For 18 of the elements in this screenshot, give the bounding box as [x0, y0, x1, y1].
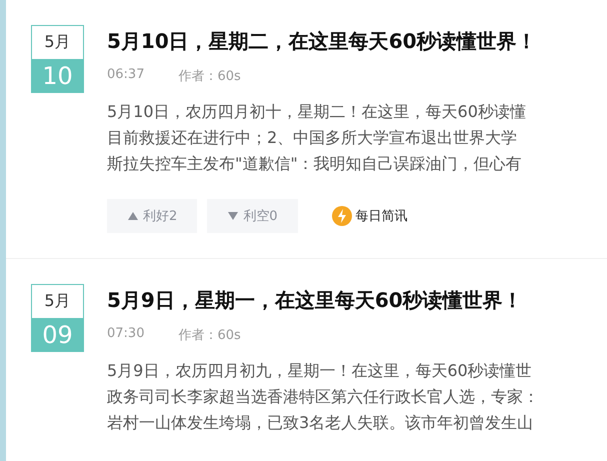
excerpt-line: 岩村一山体发生垮塌，已致3名老人失联。该市年初曾发生山	[107, 412, 534, 434]
down-triangle-icon	[227, 210, 240, 222]
excerpt-line: 5月9日，农历四月初九，星期一！在这里，每天60秒读懂世	[107, 360, 533, 382]
lightning-icon	[332, 206, 352, 226]
up-triangle-icon	[127, 210, 139, 222]
article-title[interactable]: 5月9日，星期一，在这里每天60秒读懂世界！	[107, 284, 539, 316]
excerpt-line: 政务司司长李家超当选香港特区第六任行政长官人选，专家：	[107, 386, 539, 408]
article-title[interactable]: 5月10日，星期二，在这里每天60秒读懂世界！	[107, 25, 537, 57]
author-label: 作者：60s	[178, 327, 241, 344]
excerpt-line: 5月10日，农历四月初十，星期二！在这里，每天60秒读懂	[107, 101, 527, 123]
post-time: 06:37	[107, 67, 144, 84]
date-day: 09	[32, 318, 83, 351]
date-day: 10	[32, 59, 83, 92]
excerpt-line: 目前救援还在进行中；2、中国多所大学宣布退出世界大学	[107, 127, 518, 149]
post-time: 07:30	[107, 326, 144, 343]
category-tag[interactable]: 每日简讯	[356, 207, 408, 225]
excerpt-line: 斯拉失控车主发布"道歉信"：我明知自己误踩油门，但心有	[107, 153, 523, 175]
author-label: 作者：60s	[178, 68, 241, 85]
